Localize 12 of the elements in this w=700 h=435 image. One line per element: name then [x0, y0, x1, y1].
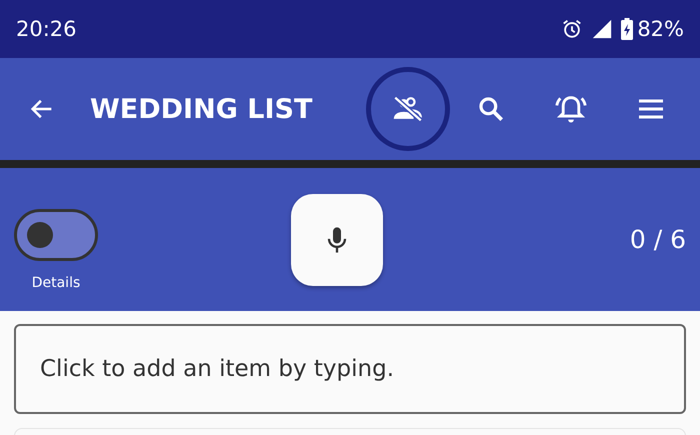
clock-time: 20:26 — [16, 17, 77, 41]
toggle-label: Details — [32, 274, 80, 290]
details-toggle[interactable] — [14, 208, 98, 260]
screen-title: WEDDING LIST — [90, 94, 314, 124]
item-counter: 0 / 6 — [628, 225, 686, 254]
microphone-button[interactable] — [291, 194, 383, 286]
add-item-field[interactable]: Click to add an item by typing. — [14, 324, 686, 414]
toolbar-button[interactable] — [366, 67, 450, 151]
battery-percent: 82% — [637, 17, 684, 41]
battery-icon — [621, 18, 634, 40]
alarm-clock-icon — [561, 18, 584, 40]
signal-icon — [591, 18, 614, 40]
